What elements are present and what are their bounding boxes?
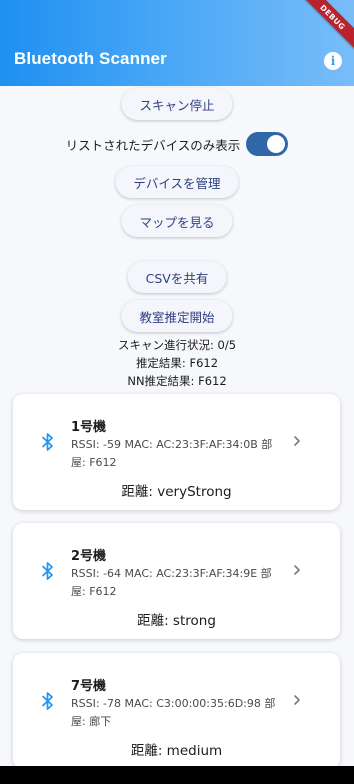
stop-scan-button[interactable]: スキャン停止 [121,88,233,120]
device-distance: 距離: medium [130,743,223,759]
device-info: RSSI: -78 MAC: C3:00:00:35:6D:98 部屋: 廊下 [71,697,276,728]
device-card[interactable]: 2号機 RSSI: -64 MAC: AC:23:3F:AF:34:9E 部屋:… [13,523,340,639]
device-name: 2号機 [71,549,107,564]
device-info: RSSI: -59 MAC: AC:23:3F:AF:34:0B 部屋: F61… [71,438,273,469]
start-room-estimation-button[interactable]: 教室推定開始 [121,300,233,332]
device-name: 7号機 [71,679,107,694]
chevron-right-icon [294,436,300,446]
device-card[interactable]: 7号機 RSSI: -78 MAC: C3:00:00:35:6D:98 部屋:… [13,653,340,769]
bluetooth-icon [42,433,53,451]
manage-devices-button[interactable]: デバイスを管理 [115,166,239,198]
toggle-knob [267,135,286,153]
listed-only-toggle[interactable] [246,132,289,156]
estimation-result-text: 推定結果: F612 [135,356,219,370]
app-bar: Bluetooth Scanner i DEBUG [0,0,354,86]
bluetooth-icon [42,692,53,710]
device-name: 1号機 [71,420,107,435]
chevron-right-icon [294,695,300,705]
device-card[interactable]: 1号機 RSSI: -59 MAC: AC:23:3F:AF:34:0B 部屋:… [13,394,340,510]
nn-estimation-result-text: NN推定結果: F612 [127,374,227,388]
listed-only-row: リストされたデバイスのみ表示 [0,130,354,158]
share-csv-button[interactable]: CSVを共有 [127,261,227,293]
debug-banner: DEBUG [297,0,354,53]
device-distance: 距離: veryStrong [121,484,232,500]
chevron-right-icon [294,565,300,575]
device-info: RSSI: -64 MAC: AC:23:3F:AF:34:9E 部屋: F61… [71,567,272,598]
device-distance: 距離: strong [137,613,216,629]
system-navigation-bar [0,766,354,784]
listed-only-label: リストされたデバイスのみ表示 [65,137,241,153]
app-title: Bluetooth Scanner [14,49,167,68]
view-map-button[interactable]: マップを見る [121,205,233,237]
debug-banner-label: DEBUG [318,2,348,32]
info-icon[interactable]: i [324,52,342,70]
bluetooth-icon [42,562,53,580]
scan-progress-text: スキャン進行状況: 0/5 [117,338,237,352]
